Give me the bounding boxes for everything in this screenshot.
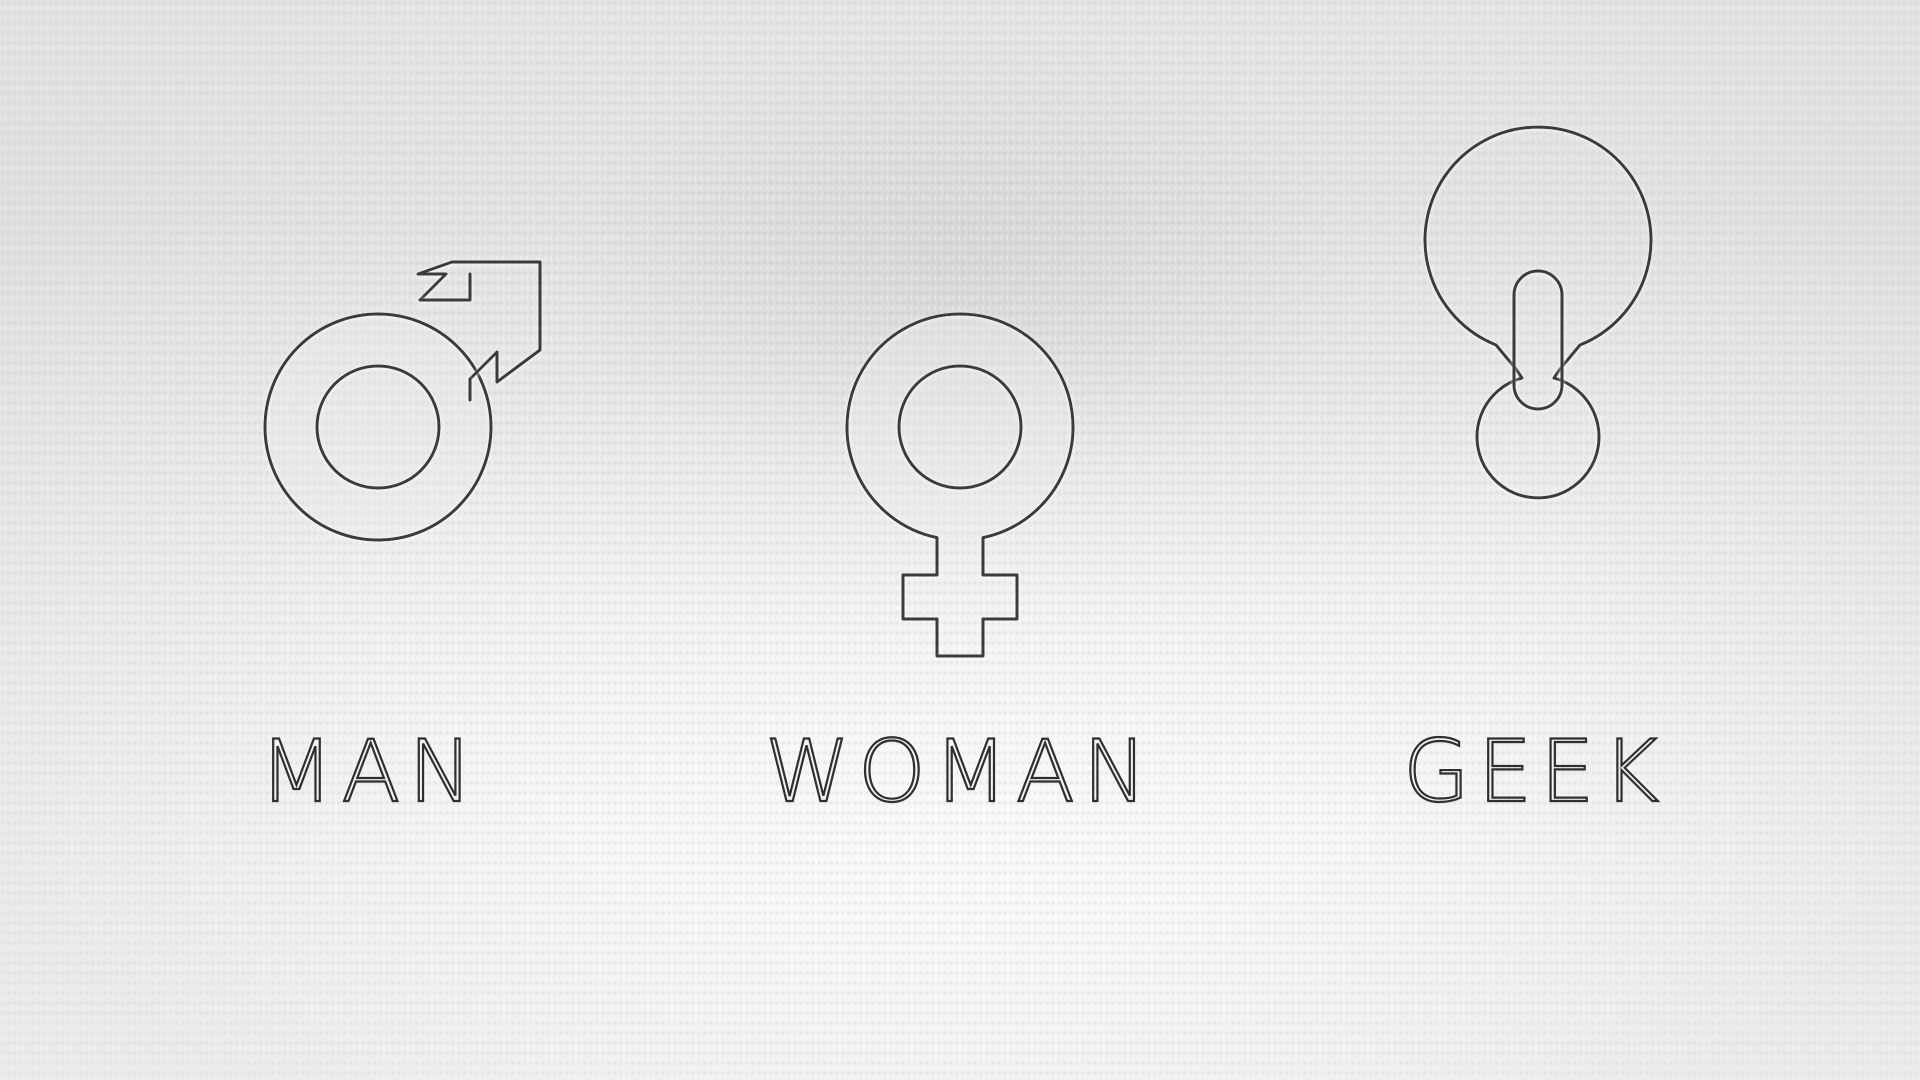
- male-symbol-icon: [263, 260, 542, 542]
- woman-label: WOMAN: [764, 721, 1156, 823]
- geek-label: GEEK: [1402, 721, 1667, 823]
- man-label: MAN: [258, 721, 481, 823]
- symbols-artwork: [263, 125, 1653, 658]
- female-symbol-icon: [845, 312, 1075, 658]
- power-symbol-icon: [1423, 125, 1653, 500]
